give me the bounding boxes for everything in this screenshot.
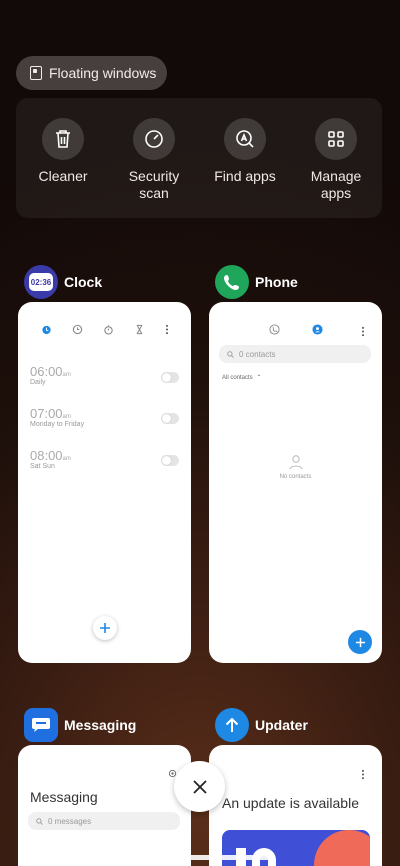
messaging-title: Messaging bbox=[30, 789, 98, 805]
updater-app-card[interactable]: An update is available bbox=[209, 745, 382, 866]
alarm-toggle[interactable] bbox=[161, 372, 179, 383]
phone-app-header[interactable]: Phone bbox=[215, 264, 298, 300]
security-scan-button[interactable]: Security scan bbox=[109, 118, 199, 202]
empty-contacts-label: No contacts bbox=[279, 474, 312, 480]
person-icon bbox=[289, 455, 302, 470]
recents-phone-icon[interactable] bbox=[269, 324, 280, 335]
more-options-icon[interactable] bbox=[361, 326, 365, 337]
phone-app-icon bbox=[215, 265, 249, 299]
contacts-search-placeholder: 0 contacts bbox=[239, 349, 276, 359]
alarm-item[interactable]: 08:00am Sat Sun bbox=[30, 448, 71, 470]
alarm-toggle[interactable] bbox=[161, 413, 179, 424]
contacts-filter-dropdown[interactable]: All contacts ⌃ bbox=[222, 374, 261, 381]
floating-windows-button[interactable]: Floating windows bbox=[16, 56, 167, 90]
cleaner-label: Cleaner bbox=[38, 168, 88, 184]
world-clock-icon[interactable] bbox=[72, 324, 83, 335]
floating-windows-label: Floating windows bbox=[49, 65, 157, 81]
quick-tools-panel: Cleaner Security scan Find apps Manage a… bbox=[16, 98, 382, 218]
trash-icon bbox=[42, 118, 84, 160]
add-contact-button[interactable] bbox=[348, 630, 372, 654]
contacts-icon[interactable] bbox=[312, 324, 323, 335]
timer-icon[interactable] bbox=[134, 324, 145, 335]
phone-app-name: Phone bbox=[255, 274, 298, 290]
find-apps-label: Find apps bbox=[214, 168, 276, 184]
clock-tab-bar bbox=[18, 324, 191, 335]
find-apps-button[interactable]: Find apps bbox=[200, 118, 290, 185]
grid-icon bbox=[315, 118, 357, 160]
clear-all-button[interactable] bbox=[174, 761, 225, 812]
alarm-repeat-label: Monday to Friday bbox=[30, 421, 85, 428]
clock-app-header[interactable]: 02:36 Clock bbox=[24, 264, 102, 300]
plus-icon bbox=[100, 623, 110, 633]
messaging-app-header[interactable]: Messaging bbox=[24, 707, 136, 743]
more-options-icon[interactable] bbox=[165, 324, 169, 335]
alarm-ampm: am bbox=[62, 372, 71, 378]
messaging-app-icon bbox=[24, 708, 58, 742]
phone-icon bbox=[224, 275, 239, 290]
alarm-icon[interactable] bbox=[41, 324, 52, 335]
alarm-repeat-label: Daily bbox=[30, 379, 46, 386]
alarm-item[interactable]: 06:00am Daily bbox=[30, 364, 71, 386]
search-icon bbox=[227, 350, 234, 358]
updater-app-header[interactable]: Updater bbox=[215, 707, 308, 743]
speedometer-icon bbox=[133, 118, 175, 160]
clock-app-name: Clock bbox=[64, 274, 103, 290]
find-apps-icon bbox=[224, 118, 266, 160]
alarm-time: 07:00 bbox=[30, 406, 63, 421]
more-options-icon[interactable] bbox=[361, 769, 365, 780]
cleaner-button[interactable]: Cleaner bbox=[18, 118, 108, 185]
clock-app-icon: 02:36 bbox=[24, 265, 58, 299]
alarm-item[interactable]: 07:00am Monday to Friday bbox=[30, 406, 84, 428]
messages-search-input[interactable]: 0 messages bbox=[28, 812, 180, 830]
message-icon bbox=[32, 718, 50, 732]
updater-app-name: Updater bbox=[255, 717, 308, 733]
manage-apps-label: Manage apps bbox=[310, 168, 362, 201]
floating-window-icon bbox=[30, 66, 42, 80]
messaging-app-name: Messaging bbox=[64, 717, 137, 733]
updater-app-icon bbox=[215, 708, 249, 742]
alarm-ampm: am bbox=[62, 456, 71, 462]
update-headline: An update is available bbox=[222, 795, 359, 811]
stopwatch-icon[interactable] bbox=[103, 324, 114, 335]
search-icon bbox=[36, 817, 43, 825]
clock-app-card[interactable]: 06:00am Daily 07:00am Monday to Friday 0… bbox=[18, 302, 191, 663]
add-alarm-button[interactable] bbox=[93, 616, 117, 640]
alarm-toggle[interactable] bbox=[161, 455, 179, 466]
alarm-time: 06:00 bbox=[30, 364, 63, 379]
empty-contacts-state: No contacts bbox=[209, 454, 382, 480]
chevron-icon: ⌃ bbox=[256, 375, 262, 381]
messages-search-placeholder: 0 messages bbox=[48, 816, 92, 826]
manage-apps-button[interactable]: Manage apps bbox=[291, 118, 381, 202]
security-scan-label: Security scan bbox=[128, 168, 180, 201]
plus-icon bbox=[355, 637, 365, 647]
clock-icon-time: 02:36 bbox=[29, 273, 53, 291]
home-indicator[interactable] bbox=[126, 855, 274, 860]
phone-tab-bar bbox=[269, 324, 323, 335]
close-icon bbox=[192, 779, 207, 794]
phone-app-card[interactable]: 0 contacts All contacts ⌃ No contacts bbox=[209, 302, 382, 663]
alarm-repeat-label: Sat Sun bbox=[30, 463, 55, 470]
alarm-time: 08:00 bbox=[30, 448, 63, 463]
contacts-filter-label: All contacts bbox=[222, 375, 253, 381]
contacts-search-input[interactable]: 0 contacts bbox=[219, 345, 371, 363]
messaging-app-card[interactable]: Messaging 0 messages bbox=[18, 745, 191, 866]
arrow-up-icon bbox=[225, 717, 239, 732]
alarm-ampm: am bbox=[62, 414, 71, 420]
update-banner-image bbox=[222, 830, 370, 866]
